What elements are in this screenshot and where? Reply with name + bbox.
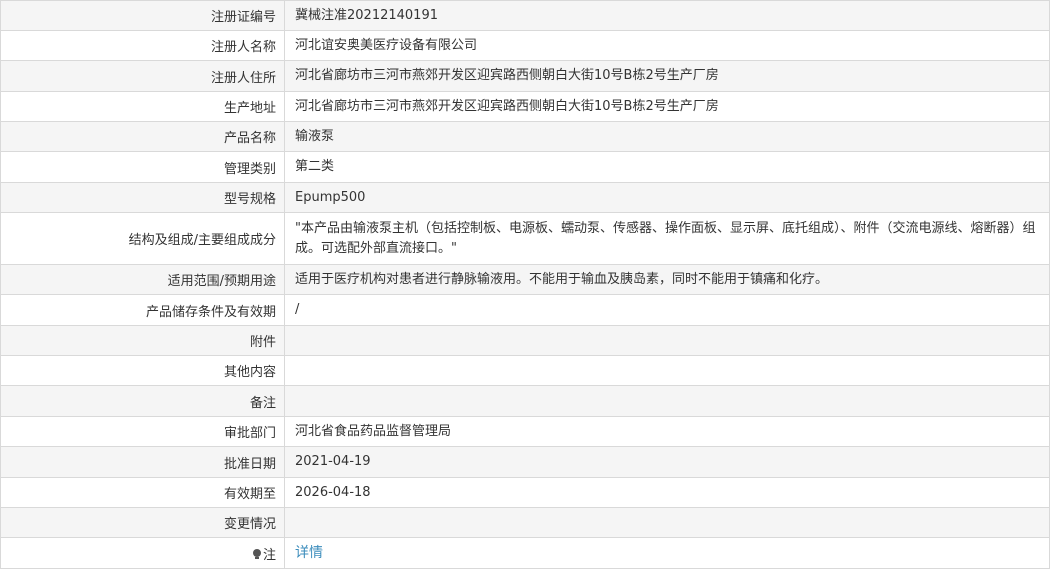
value-other-content	[285, 356, 1050, 385]
row-registrant-address: 注册人住所 河北省廊坊市三河市燕郊开发区迎宾路西侧朝白大街10号B栋2号生产厂房	[1, 61, 1050, 92]
label-attachments: 附件	[1, 326, 285, 355]
label-registration-number: 注册证编号	[1, 1, 285, 30]
row-registrant-name: 注册人名称 河北谊安奥美医疗设备有限公司	[1, 31, 1050, 61]
label-note: 注	[1, 538, 285, 568]
row-product-name: 产品名称 输液泵	[1, 122, 1050, 152]
label-model-spec: 型号规格	[1, 183, 285, 212]
row-attachments: 附件	[1, 326, 1050, 356]
row-other-content: 其他内容	[1, 356, 1050, 386]
label-registrant-name: 注册人名称	[1, 31, 285, 60]
value-remarks	[285, 386, 1050, 416]
row-structure-composition: 结构及组成/主要组成成分 "本产品由输液泵主机（包括控制板、电源板、蠕动泵、传感…	[1, 213, 1050, 265]
value-management-category: 第二类	[285, 152, 1050, 182]
label-production-address: 生产地址	[1, 92, 285, 121]
row-storage-validity: 产品储存条件及有效期 /	[1, 295, 1050, 326]
label-change-status: 变更情况	[1, 508, 285, 537]
label-other-content: 其他内容	[1, 356, 285, 385]
value-approval-department: 河北省食品药品监督管理局	[285, 417, 1050, 446]
value-change-status	[285, 508, 1050, 537]
registration-info-table: 注册证编号 冀械注准20212140191 注册人名称 河北谊安奥美医疗设备有限…	[0, 0, 1050, 569]
label-intended-use: 适用范围/预期用途	[1, 265, 285, 294]
value-attachments	[285, 326, 1050, 355]
row-expiry-date: 有效期至 2026-04-18	[1, 478, 1050, 508]
details-link[interactable]: 详情	[295, 543, 323, 563]
value-registrant-name: 河北谊安奥美医疗设备有限公司	[285, 31, 1050, 60]
row-note: 注 详情	[1, 538, 1050, 569]
row-production-address: 生产地址 河北省廊坊市三河市燕郊开发区迎宾路西侧朝白大街10号B栋2号生产厂房	[1, 92, 1050, 122]
value-production-address: 河北省廊坊市三河市燕郊开发区迎宾路西侧朝白大街10号B栋2号生产厂房	[285, 92, 1050, 121]
label-approval-date: 批准日期	[1, 447, 285, 477]
value-registration-number: 冀械注准20212140191	[285, 1, 1050, 30]
value-registrant-address: 河北省廊坊市三河市燕郊开发区迎宾路西侧朝白大街10号B栋2号生产厂房	[285, 61, 1050, 91]
row-intended-use: 适用范围/预期用途 适用于医疗机构对患者进行静脉输液用。不能用于输血及胰岛素，同…	[1, 265, 1050, 295]
value-intended-use: 适用于医疗机构对患者进行静脉输液用。不能用于输血及胰岛素，同时不能用于镇痛和化疗…	[285, 265, 1050, 294]
value-expiry-date: 2026-04-18	[285, 478, 1050, 507]
row-approval-date: 批准日期 2021-04-19	[1, 447, 1050, 478]
row-registration-number: 注册证编号 冀械注准20212140191	[1, 1, 1050, 31]
note-label: 注	[262, 547, 276, 563]
label-storage-validity: 产品储存条件及有效期	[1, 295, 285, 325]
row-model-spec: 型号规格 Epump500	[1, 183, 1050, 213]
value-note: 详情	[285, 538, 1050, 568]
value-storage-validity: /	[285, 295, 1050, 325]
label-management-category: 管理类别	[1, 152, 285, 182]
lightbulb-icon	[252, 549, 261, 559]
row-management-category: 管理类别 第二类	[1, 152, 1050, 183]
label-product-name: 产品名称	[1, 122, 285, 151]
value-product-name: 输液泵	[285, 122, 1050, 151]
row-change-status: 变更情况	[1, 508, 1050, 538]
label-expiry-date: 有效期至	[1, 478, 285, 507]
row-approval-department: 审批部门 河北省食品药品监督管理局	[1, 417, 1050, 447]
label-approval-department: 审批部门	[1, 417, 285, 446]
value-model-spec: Epump500	[285, 183, 1050, 212]
label-remarks: 备注	[1, 386, 285, 416]
value-approval-date: 2021-04-19	[285, 447, 1050, 477]
label-registrant-address: 注册人住所	[1, 61, 285, 91]
value-structure-composition: "本产品由输液泵主机（包括控制板、电源板、蠕动泵、传感器、操作面板、显示屏、底托…	[285, 213, 1050, 264]
row-remarks: 备注	[1, 386, 1050, 417]
label-structure-composition: 结构及组成/主要组成成分	[1, 213, 285, 264]
